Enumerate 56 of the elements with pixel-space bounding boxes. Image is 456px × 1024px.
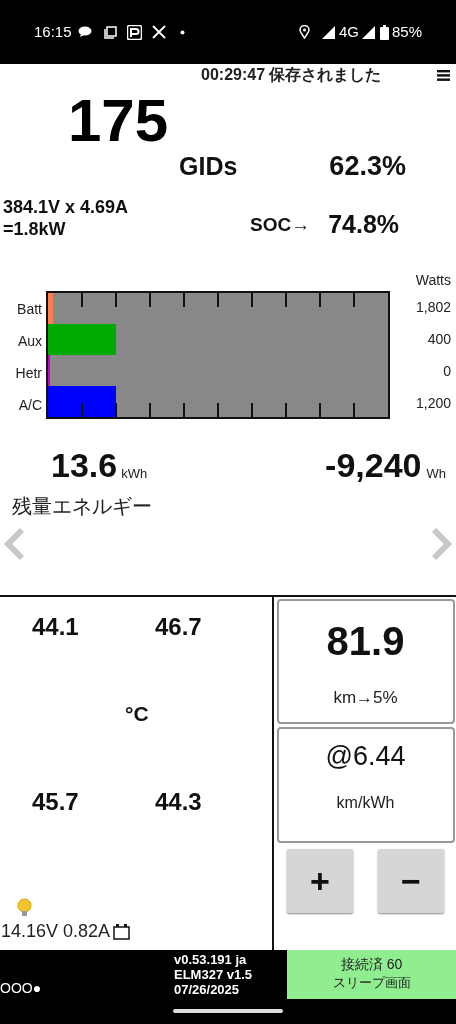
location-icon [298,25,310,39]
meter-reading: 1,802 [415,298,451,317]
sleep-screen-text: スリープ画面 [332,974,411,992]
connection-dots-text: OOO● [0,979,42,997]
home-gesture-bar[interactable] [173,1009,283,1013]
network-text: 4G [338,21,359,42]
adjust-button[interactable]: + [287,849,353,913]
kwh-unit-text: kWh [121,464,148,483]
signal-icon [321,25,335,39]
version-info-text: ELM327 v1.5 [174,967,254,982]
meter-reading: 0 [443,362,451,381]
version-info-text: 07/26/2025 [174,982,241,997]
dot-icon [179,29,185,35]
p-logo-icon [126,24,142,40]
meter-label: Hetr [14,364,43,383]
temperature-unit-text: °C [125,702,149,725]
soc-label: SOC→ [250,212,311,237]
meter-label: Batt [16,300,43,319]
meter-label: A/C [17,396,43,415]
watts-unit-text: Watts [415,271,451,290]
saved-status-text: 00:29:47 保存されました [201,65,382,85]
light-bulb-icon [16,897,33,918]
meter-reading: 400 [427,330,451,349]
chat-bubble-icon [77,26,92,38]
range-value: 81.9 [326,618,405,665]
clock-text: 16:15 [34,21,72,42]
efficiency-label: km/kWh [336,792,395,813]
range-label: km→5% [333,687,398,709]
battery-icon [113,922,131,940]
temperature-value: 45.7 [31,786,80,817]
soc-value: 74.8% [328,209,400,240]
temperature-value: 44.3 [155,786,202,817]
battery-icon [379,24,389,40]
wh-unit-text: Wh [426,464,446,483]
signal-icon [361,25,375,39]
connection-text: 接続済 60 [340,955,403,974]
energy-delta-value: -9,240 [325,447,422,483]
adjust-button[interactable]: − [378,849,444,913]
menu-icon[interactable] [437,69,450,81]
meter-reading: 1,200 [415,394,451,413]
gids-unit-text: GIDs [179,150,238,182]
power-text: =1.8kW [3,218,67,240]
temperature-value: 44.1 [31,612,80,642]
remaining-energy-value: 13.6 [51,447,118,483]
voltage-current-text: 384.1V x 4.69A [3,196,130,218]
energy-label: 残量エネルギー [11,494,153,519]
copy-icon [103,25,117,39]
temperature-value: 46.7 [155,612,202,642]
gids-value: 175 [68,86,169,156]
efficiency-value: @6.44 [325,740,406,773]
version-info-text: v0.53.191 ja [174,952,248,967]
charge-percent-text: 62.3% [329,150,406,183]
aux-battery-text: 14.16V 0.82A [1,919,111,943]
x-logo-icon [151,25,166,39]
battery-text: 85% [391,21,422,42]
meter-label: Aux [16,332,43,351]
